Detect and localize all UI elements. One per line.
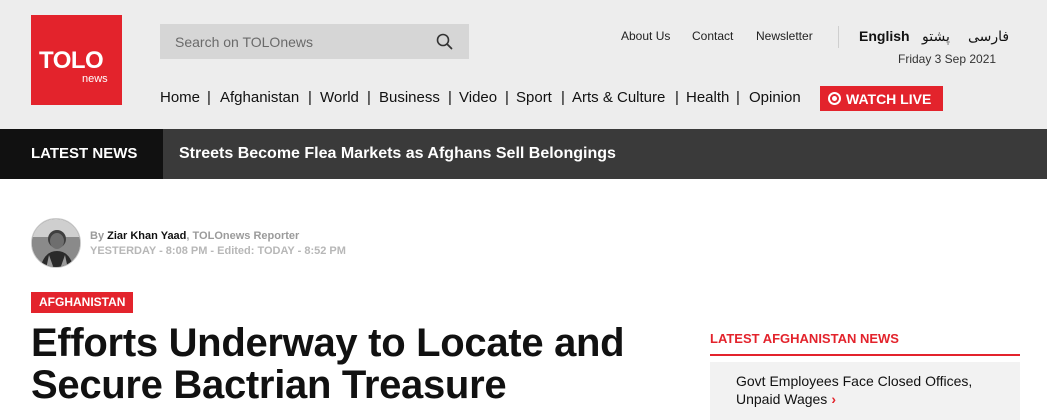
nav-arts-culture[interactable]: Arts & Culture [572,89,665,106]
search-icon[interactable] [435,32,455,52]
author-role: TOLOnews Reporter [192,230,300,242]
live-record-icon [828,92,841,105]
lang-english[interactable]: English [859,28,910,44]
article-title: Efforts Underway to Locate and Secure Ba… [31,321,625,407]
nav-opinion[interactable]: Opinion [749,89,801,106]
tolonews-logo[interactable]: TOLO news [31,15,122,105]
nav-video[interactable]: Video [459,89,497,106]
latest-news-tag: LATEST NEWS [0,129,163,179]
watch-live-label: WATCH LIVE [846,91,932,107]
article-timestamp: YESTERDAY - 8:08 PM - Edited: TODAY - 8:… [90,245,346,257]
sidebar-news-item[interactable]: Govt Employees Face Closed Offices, Unpa… [710,362,1020,420]
search-box [160,24,469,59]
nav-health[interactable]: Health [686,89,729,106]
newsletter-link[interactable]: Newsletter [756,29,813,43]
author-avatar[interactable] [31,218,81,268]
site-header: TOLO news About Us Contact Newsletter En… [0,0,1047,129]
category-badge[interactable]: AFGHANISTAN [31,292,134,313]
sidebar-news-text: Govt Employees Face Closed Offices, Unpa… [736,373,973,407]
author-name[interactable]: Ziar Khan Yaad [107,230,186,242]
top-links-divider [838,26,839,48]
watch-live-button[interactable]: WATCH LIVE [820,86,943,111]
nav-separator: | [561,89,565,106]
nav-separator: | [736,89,740,106]
nav-world[interactable]: World [320,89,359,106]
nav-afghanistan[interactable]: Afghanistan [220,89,299,106]
contact-link[interactable]: Contact [692,29,733,43]
about-us-link[interactable]: About Us [621,29,670,43]
nav-separator: | [505,89,509,106]
sidebar-heading[interactable]: LATEST AFGHANISTAN NEWS [710,331,1020,346]
sidebar-divider [710,354,1020,356]
nav-separator: | [675,89,679,106]
lang-pashto[interactable]: پشتو [922,28,950,45]
logo-brand: TOLO [39,47,104,74]
latest-news-bar: LATEST NEWS Streets Become Flea Markets … [0,129,1047,179]
byline-prefix: By [90,230,105,242]
chevron-right-icon: › [831,391,836,407]
nav-business[interactable]: Business [379,89,440,106]
search-input[interactable] [160,24,430,59]
nav-sport[interactable]: Sport [516,89,552,106]
article-byline: By Ziar Khan Yaad, TOLOnews Reporter [90,230,300,242]
nav-separator: | [308,89,312,106]
lang-dari[interactable]: فارسی [968,28,1009,45]
latest-news-label: LATEST NEWS [31,145,138,162]
nav-home[interactable]: Home [160,89,200,106]
nav-separator: | [207,89,211,106]
nav-separator: | [448,89,452,106]
latest-news-headline[interactable]: Streets Become Flea Markets as Afghans S… [179,145,616,163]
nav-separator: | [367,89,371,106]
logo-sub: news [82,73,108,85]
current-date: Friday 3 Sep 2021 [898,52,997,66]
